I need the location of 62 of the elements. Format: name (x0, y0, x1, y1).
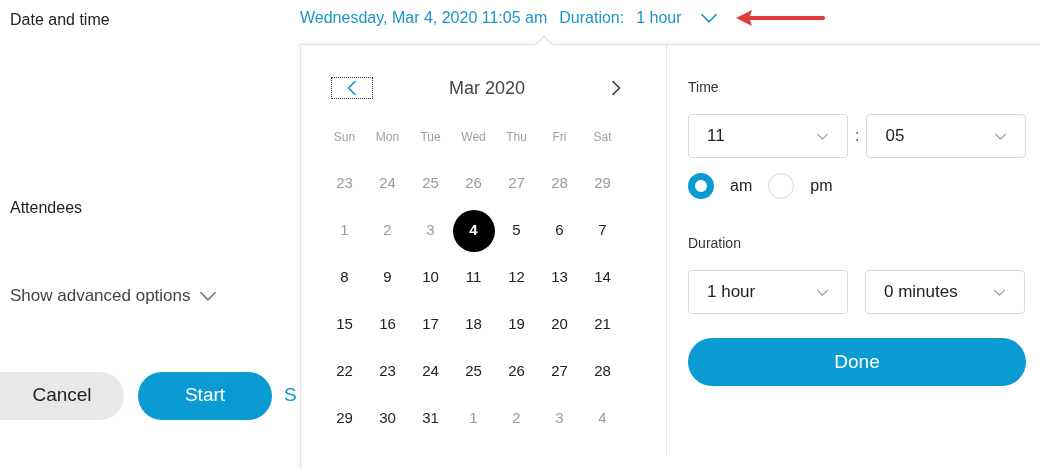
section-label: Duration (688, 234, 742, 253)
calendar-day[interactable]: 11 (452, 256, 495, 299)
previous-month-button[interactable] (331, 77, 373, 99)
advanced-options-toggle[interactable]: Show advanced options (10, 283, 217, 309)
radio-button[interactable] (688, 173, 714, 199)
radio-label: am (730, 176, 753, 196)
duration-value: 1 hour (636, 8, 682, 28)
calendar-day[interactable]: 7 (581, 209, 624, 252)
dropdown-select[interactable]: 05 (866, 114, 1027, 158)
chevron-down-icon (198, 290, 217, 301)
radio-label: pm (810, 176, 833, 196)
chevron-left-icon (347, 80, 357, 96)
calendar-day[interactable]: 25 (452, 350, 495, 393)
calendar-day[interactable]: 16 (366, 303, 409, 346)
calendar-day[interactable]: 24 (409, 350, 452, 393)
time-separator: : (855, 126, 860, 146)
expand-toggle[interactable] (699, 13, 718, 23)
weekday-label: Mon (375, 128, 400, 146)
chevron-down-icon (816, 288, 829, 296)
calendar-day[interactable]: 31 (409, 397, 452, 440)
field-label: Attendees (10, 198, 83, 218)
dropdown-select[interactable]: 0 minutes (865, 270, 1025, 314)
calendar-day[interactable]: 26 (495, 350, 538, 393)
month-title: Mar 2020 (448, 76, 525, 100)
field-label: Date and time (10, 10, 110, 30)
weekday-label: Thu (506, 128, 527, 146)
calendar-day[interactable]: 27 (538, 350, 581, 393)
calendar-day[interactable]: 30 (366, 397, 409, 440)
calendar-day[interactable]: 10 (409, 256, 452, 299)
calendar-day[interactable]: 23 (366, 350, 409, 393)
dropdown-select[interactable]: 1 hour (688, 270, 848, 314)
calendar-day[interactable]: 9 (366, 256, 409, 299)
weekday-label: Sun (333, 128, 356, 146)
weekday-label: Tue (420, 128, 441, 146)
calendar-day[interactable]: 5 (495, 209, 538, 252)
chevron-down-icon (993, 288, 1006, 296)
calendar-day[interactable]: 18 (452, 303, 495, 346)
calendar-day[interactable]: 6 (538, 209, 581, 252)
duration-label: Duration: (559, 8, 625, 28)
calendar-day[interactable]: 4 (452, 209, 495, 252)
calendar-day[interactable]: 14 (581, 256, 624, 299)
calendar-day[interactable]: 15 (323, 303, 366, 346)
calendar-day[interactable]: 20 (538, 303, 581, 346)
chevron-right-icon (611, 80, 621, 96)
chevron-down-icon (994, 132, 1008, 140)
calendar-day[interactable]: 17 (409, 303, 452, 346)
calendar-day[interactable]: 12 (495, 256, 538, 299)
calendar-day[interactable]: 29 (323, 397, 366, 440)
section-label: Time (688, 78, 720, 97)
calendar-day[interactable]: 22 (323, 350, 366, 393)
chevron-down-icon (816, 132, 829, 140)
dropdown-select[interactable]: 11 (688, 114, 848, 158)
calendar-day[interactable]: 28 (581, 350, 624, 393)
calendar-day[interactable]: 8 (323, 256, 366, 299)
weekday-label: Sat (593, 128, 612, 146)
weekday-label: Fri (552, 128, 567, 146)
chevron-down-icon (699, 13, 718, 23)
calendar-day[interactable]: 21 (581, 303, 624, 346)
calendar-day[interactable]: 13 (538, 256, 581, 299)
weekday-label: Wed (461, 128, 486, 146)
calendar-day[interactable]: 19 (495, 303, 538, 346)
cancel-button[interactable]: Cancel (0, 371, 124, 420)
